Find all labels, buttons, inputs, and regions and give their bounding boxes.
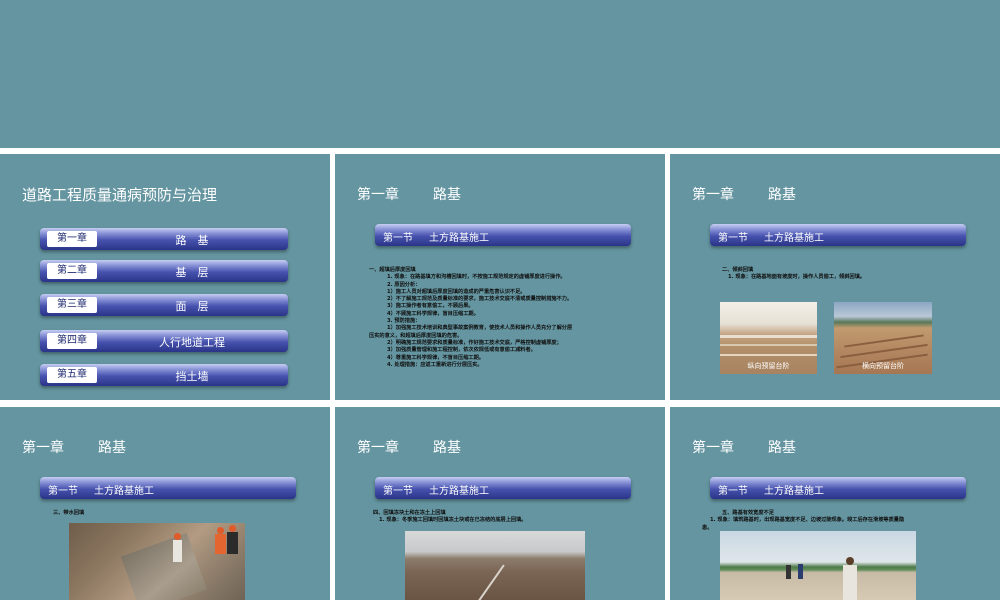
slide-5[interactable]: 第一章 路基 第一节 土方路基施工 四、回填冻块土和在冻土上回填 1. 现象：冬季…	[335, 407, 665, 600]
toc-chapter-name: 人行地道工程	[159, 336, 225, 349]
toc-chapter-label: 第五章	[47, 367, 97, 383]
presentation-title: 道路工程质量通病预防与治理	[22, 186, 218, 204]
photo-caption: 纵向预留台阶	[747, 362, 790, 370]
section-bar: 第一节 土方路基施工	[710, 224, 966, 246]
toc-item-4[interactable]: 第四章 人行地道工程	[40, 330, 288, 352]
section-number: 第一节	[383, 233, 413, 244]
slide-body-text: 四、回填冻块土和在冻土上回填 1. 现象：冬季施工回填时回填冻土块或在已冻结的底…	[373, 510, 527, 524]
photo-water-backfill	[69, 523, 245, 600]
photo-caption: 横向预留台阶	[862, 362, 904, 370]
section-title: 土方路基施工	[764, 233, 824, 244]
slide-6[interactable]: 第一章 路基 第一节 土方路基施工 五、路基有效宽度不足 1. 现象：填筑路基时，…	[670, 407, 1000, 600]
section-bar: 第一节 土方路基施工	[40, 477, 296, 499]
toc-item-5[interactable]: 第五章 挡土墙	[40, 364, 288, 386]
toc-chapter-label: 第一章	[47, 231, 97, 247]
slide-top-partial	[0, 0, 1000, 148]
section-bar: 第一节 土方路基施工	[375, 477, 631, 499]
section-title: 土方路基施工	[764, 486, 824, 497]
slide-3[interactable]: 第一章 路基 第一节 土方路基施工 二、倾斜回填 1. 现象：在路基地面有坡度时，…	[670, 154, 1000, 400]
photo-longitudinal-steps: 纵向预留台阶	[720, 302, 817, 374]
slide-4[interactable]: 第一章 路基 第一节 土方路基施工 三、带水回填	[0, 407, 330, 600]
toc-item-1[interactable]: 第一章 路 基	[40, 228, 288, 250]
toc-chapter-label: 第四章	[47, 333, 97, 349]
slide-body-text: 五、路基有效宽度不足 1. 现象：填筑路基时，出现路基宽度不足、边坡过陡现象。竣…	[702, 510, 905, 531]
section-title: 土方路基施工	[94, 486, 154, 497]
section-number: 第一节	[383, 486, 413, 497]
slide-body-text: 三、带水回填	[53, 510, 85, 516]
slide-2[interactable]: 第一章 路基 第一节 土方路基施工 一、超填后厚度回填 1. 现象：在路基填方和沟…	[335, 154, 665, 400]
photo-subgrade-width	[720, 531, 916, 600]
toc-chapter-name: 面 层	[175, 300, 209, 313]
section-number: 第一节	[718, 233, 748, 244]
toc-chapter-label: 第三章	[47, 297, 97, 313]
toc-chapter-name: 挡土墙	[175, 370, 209, 383]
chapter-heading: 第一章 路基	[692, 187, 796, 203]
slide-body-text: 一、超填后厚度回填 1. 现象：在路基填方和沟槽回填时，不按施工规范规定的虚铺厚…	[369, 267, 573, 368]
slide-body-text: 二、倾斜回填 1. 现象：在路基地面有坡度时，操作人员偷工，倾斜回填。	[722, 267, 866, 281]
chapter-heading: 第一章 路基	[692, 440, 796, 456]
chapter-heading: 第一章 路基	[357, 440, 461, 456]
chapter-heading: 第一章 路基	[357, 187, 461, 203]
toc-item-3[interactable]: 第三章 面 层	[40, 294, 288, 316]
section-bar: 第一节 土方路基施工	[375, 224, 631, 246]
toc-chapter-name: 基 层	[175, 266, 209, 279]
section-number: 第一节	[48, 486, 78, 497]
toc-chapter-name: 路 基	[175, 234, 209, 247]
section-number: 第一节	[718, 486, 748, 497]
section-title: 土方路基施工	[429, 486, 489, 497]
slide-title-toc[interactable]: 道路工程质量通病预防与治理 第一章 路 基 第二章 基 层 第三章 面 层 第四…	[0, 154, 330, 400]
toc-item-2[interactable]: 第二章 基 层	[40, 260, 288, 282]
photo-frozen-soil	[405, 531, 585, 600]
toc-chapter-label: 第二章	[47, 263, 97, 279]
section-title: 土方路基施工	[429, 233, 489, 244]
photo-transverse-steps: 横向预留台阶	[834, 302, 932, 374]
section-bar: 第一节 土方路基施工	[710, 477, 966, 499]
chapter-heading: 第一章 路基	[22, 440, 126, 456]
